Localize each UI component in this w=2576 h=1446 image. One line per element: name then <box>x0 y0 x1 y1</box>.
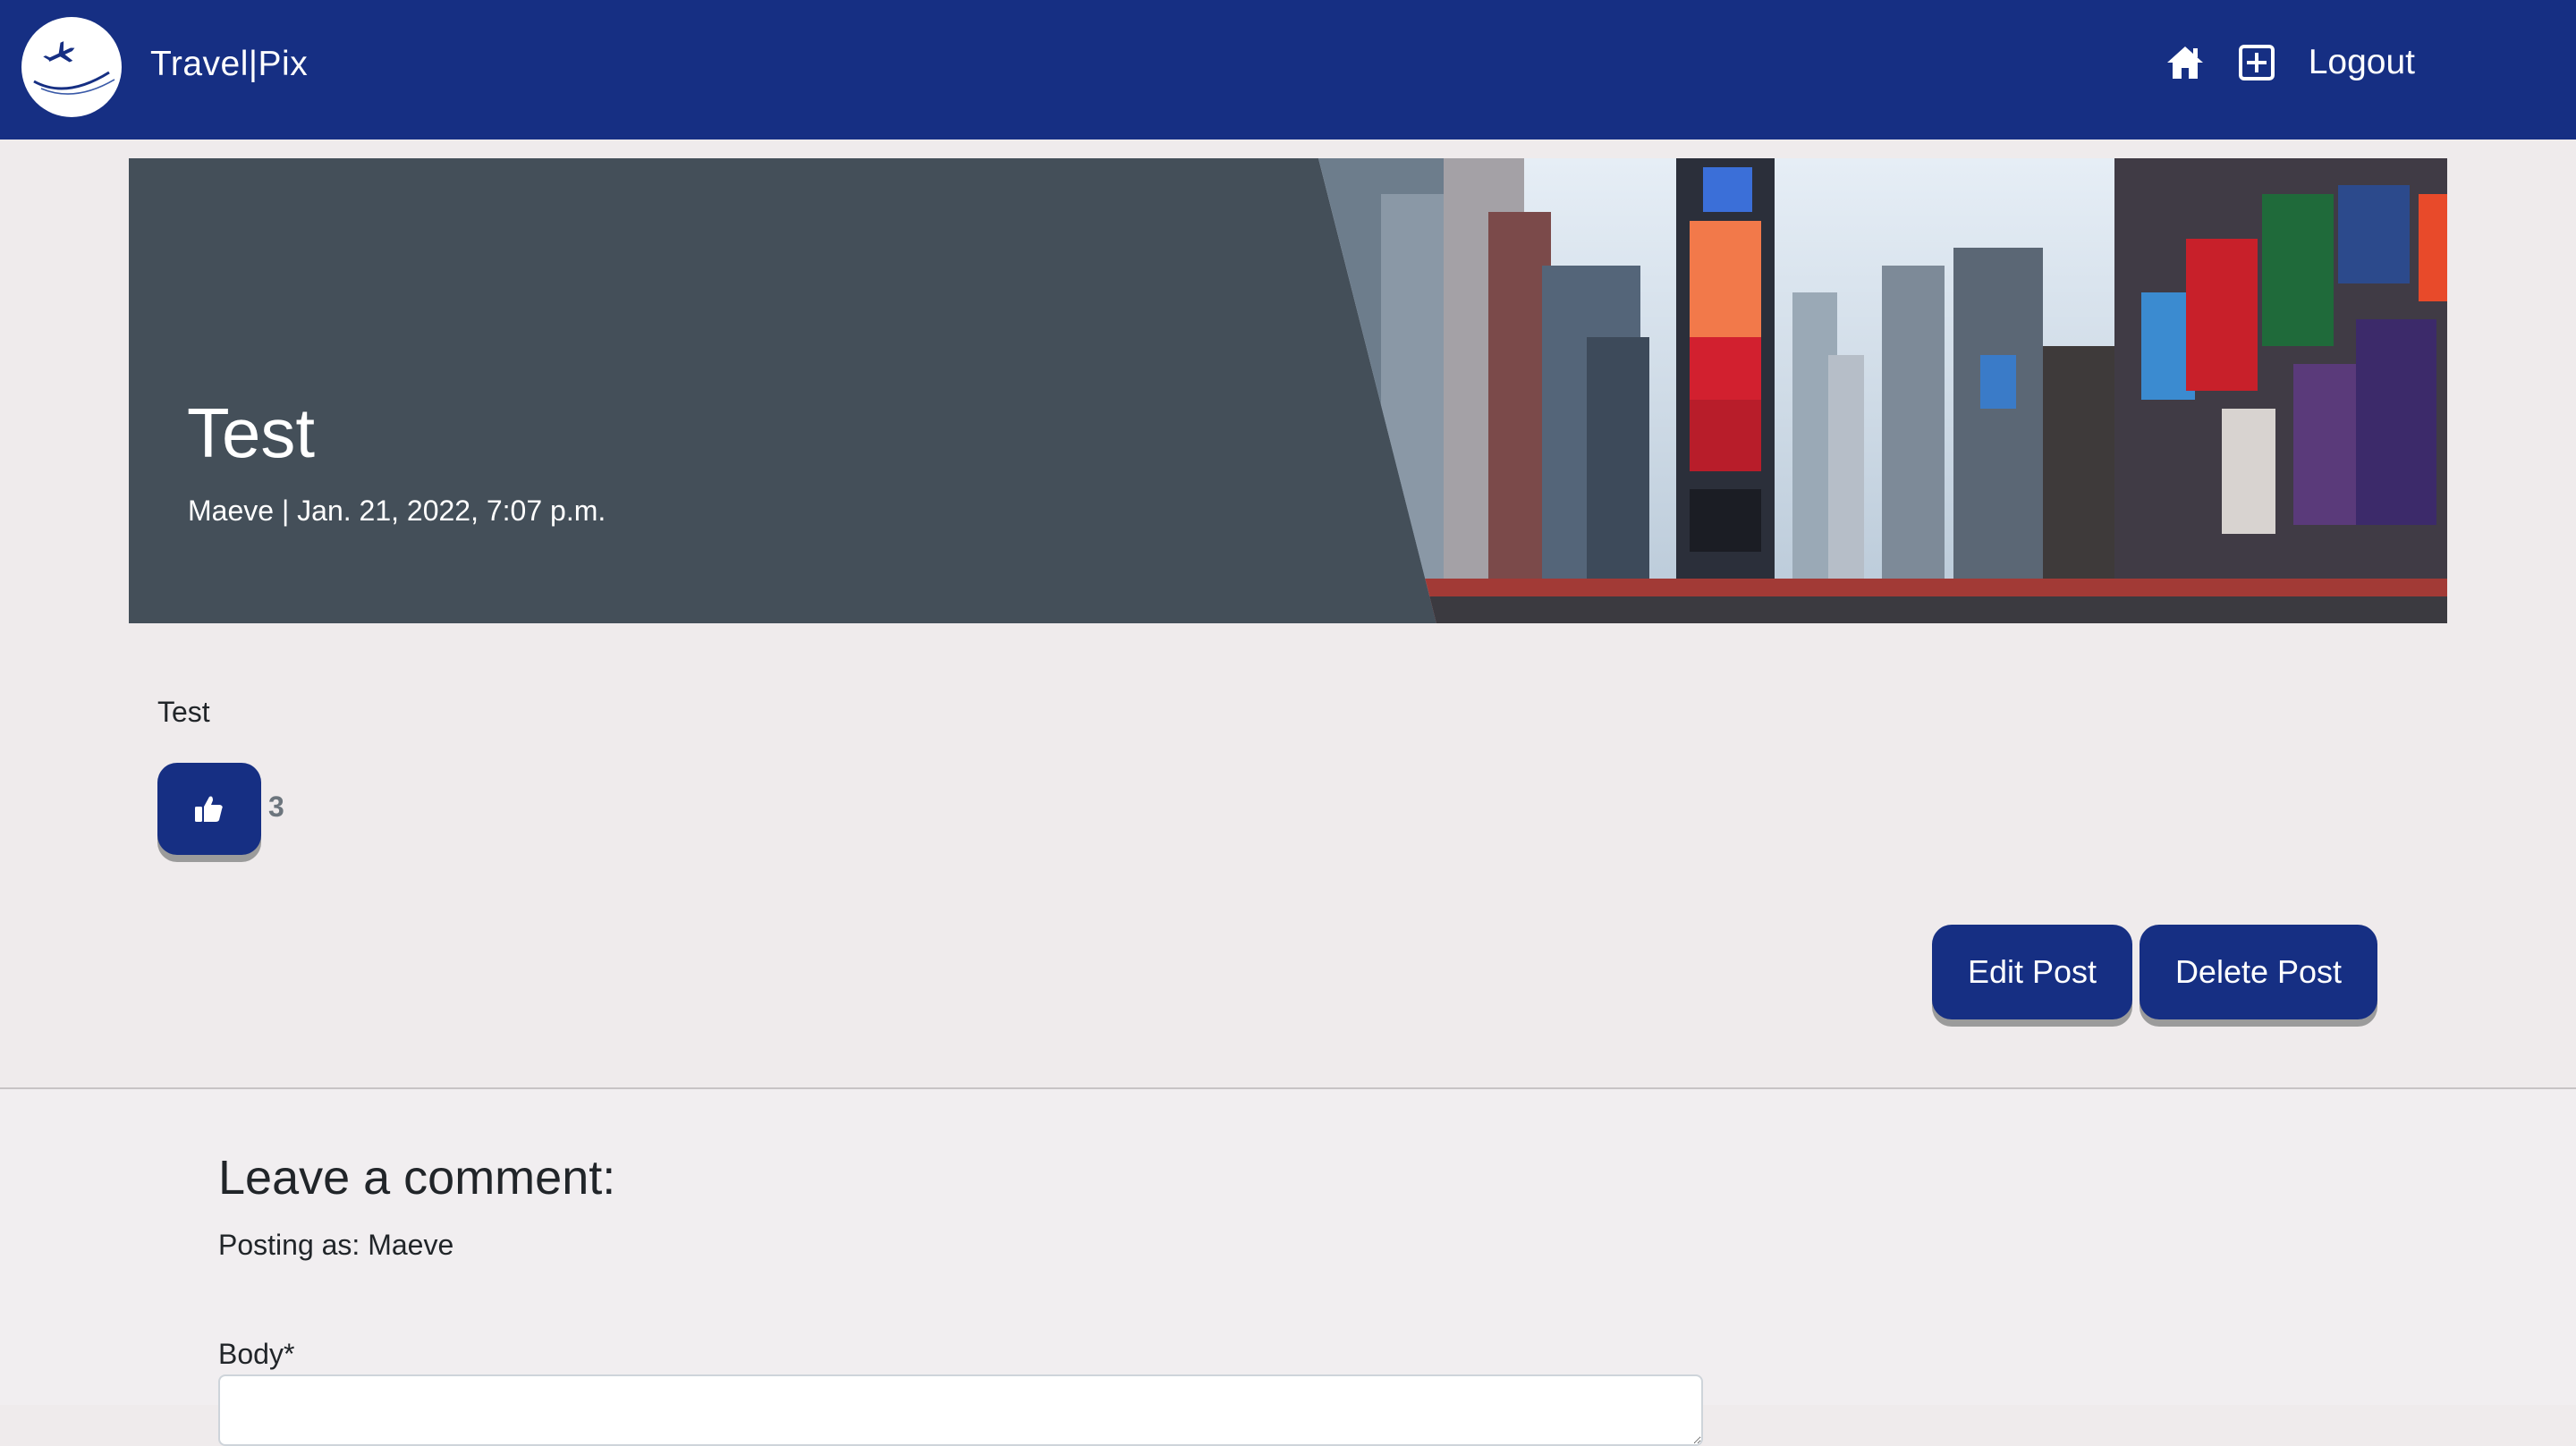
posting-as-text: Posting as: Maeve <box>218 1229 454 1261</box>
body-label: Body* <box>218 1338 295 1370</box>
post-content: Test <box>157 696 210 728</box>
navbar: Travel|Pix Logout <box>0 0 2576 140</box>
logout-link[interactable]: Logout <box>2309 43 2415 82</box>
comment-body-input[interactable] <box>218 1374 1703 1446</box>
edit-post-button[interactable]: Edit Post <box>1932 925 2132 1019</box>
post-title: Test <box>187 393 316 472</box>
airplane-logo-icon <box>33 41 115 95</box>
logo[interactable] <box>21 17 122 117</box>
nav-links: Logout <box>2164 41 2415 84</box>
post-hero: Test Maeve | Jan. 21, 2022, 7:07 p.m. <box>129 158 2447 623</box>
featured-image <box>1318 158 2447 623</box>
like-button[interactable] <box>157 763 261 855</box>
brand-name[interactable]: Travel|Pix <box>150 45 308 84</box>
delete-post-button[interactable]: Delete Post <box>2140 925 2377 1019</box>
like-count: 3 <box>268 791 284 823</box>
comment-heading: Leave a comment: <box>218 1151 616 1205</box>
add-post-icon[interactable] <box>2235 41 2278 84</box>
post-meta: Maeve | Jan. 21, 2022, 7:07 p.m. <box>188 495 606 527</box>
thumbs-up-icon <box>195 796 223 822</box>
home-icon[interactable] <box>2164 41 2207 84</box>
